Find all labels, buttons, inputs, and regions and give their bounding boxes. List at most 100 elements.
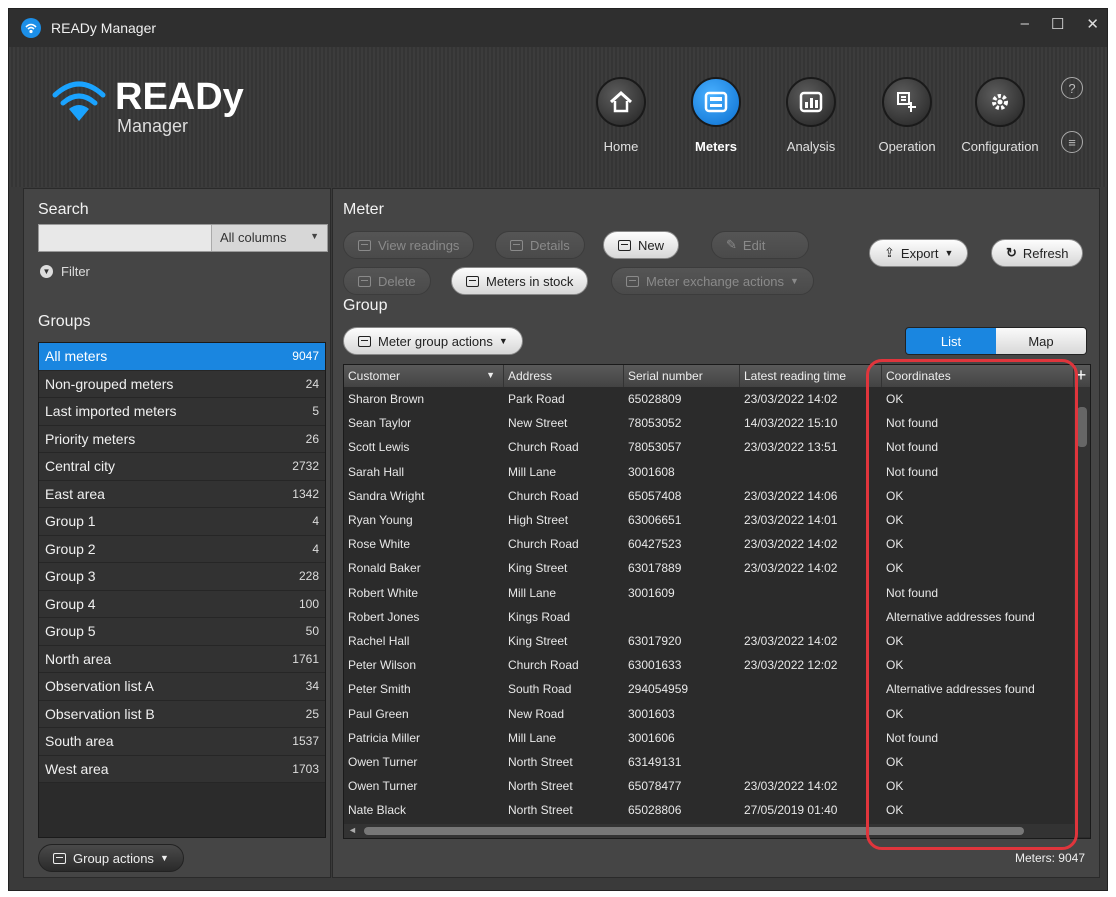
filter-toggle[interactable]: ▼ Filter [40, 264, 90, 279]
table-row[interactable]: Ryan Young High Street 63006651 23/03/2022 … [344, 508, 1074, 532]
details-button[interactable]: Details [495, 231, 585, 259]
table-row[interactable]: Sarah Hall Mill Lane 3001608 Not found [344, 460, 1074, 484]
group-item[interactable]: Group 5 50 [39, 618, 325, 646]
table-cell: Robert White [348, 585, 419, 600]
group-item[interactable]: South area 1537 [39, 728, 325, 756]
table-cell: Patricia Miller [348, 730, 421, 745]
group-name: North area [45, 650, 112, 667]
group-item[interactable]: East area 1342 [39, 480, 325, 508]
table-row[interactable]: Sandra Wright Church Road 65057408 23/03/20… [344, 484, 1074, 508]
minimize-button[interactable]: – [1021, 15, 1029, 33]
group-item[interactable]: Group 1 4 [39, 508, 325, 536]
column-header[interactable]: Coordinates [882, 365, 1074, 387]
table-row[interactable]: Patricia Miller Mill Lane 3001606 Not found [344, 726, 1074, 750]
new-button[interactable]: New [603, 231, 680, 259]
group-item[interactable]: Group 3 228 [39, 563, 325, 591]
group-item[interactable]: All meters 9047 [39, 343, 325, 371]
table-cell: Owen Turner [348, 754, 418, 769]
details-icon [510, 239, 523, 251]
column-header[interactable]: Latest reading time [740, 365, 882, 387]
column-header[interactable]: Serial number [624, 365, 740, 387]
table-cell: 63017889 [628, 561, 682, 576]
table-row[interactable]: Robert White Mill Lane 3001609 Not found [344, 581, 1074, 605]
group-actions-button[interactable]: Group actions ▼ [38, 844, 184, 872]
left-panel: Search All columns ▼ ▼ Filter Groups All… [23, 188, 331, 878]
nav-operation[interactable]: Operation [857, 77, 957, 154]
table-cell: 14/03/2022 15:10 [744, 416, 838, 431]
table-cell: 23/03/2022 14:02 [744, 392, 838, 407]
horizontal-scrollbar[interactable]: ◄ [344, 824, 1076, 838]
edit-button[interactable]: ✎ Edit [711, 231, 809, 259]
window-title: READy Manager [51, 20, 157, 36]
column-header[interactable]: Customer ▼ [344, 365, 504, 387]
delete-button[interactable]: Delete [343, 267, 431, 295]
refresh-button[interactable]: ↻ Refresh [991, 239, 1084, 267]
table-row[interactable]: Owen Turner North Street 65078477 23/03/202… [344, 774, 1074, 798]
group-item[interactable]: Priority meters 26 [39, 425, 325, 453]
group-item[interactable]: Observation list B 25 [39, 700, 325, 728]
close-button[interactable]: ✕ [1086, 15, 1099, 33]
table-row[interactable]: Ronald Baker King Street 63017889 23/03/202… [344, 556, 1074, 580]
table-body: Sharon Brown Park Road 65028809 23/03/2022 … [344, 387, 1074, 822]
vertical-scrollbar[interactable] [1074, 387, 1090, 837]
table-row[interactable]: Peter Smith South Road 294054959 Alternativ… [344, 677, 1074, 701]
table-cell: OK [886, 803, 904, 818]
groups-title: Groups [38, 313, 91, 330]
maximize-button[interactable]: ☐ [1051, 15, 1064, 33]
table-cell: 23/03/2022 12:02 [744, 658, 838, 673]
table-row[interactable]: Robert Jones Kings Road Alternative addres… [344, 605, 1074, 629]
table-cell: OK [886, 561, 904, 576]
table-row[interactable]: Owen Turner North Street 63149131 OK [344, 750, 1074, 774]
table-row[interactable]: Sharon Brown Park Road 65028809 23/03/2022 … [344, 387, 1074, 411]
group-item[interactable]: Observation list A 34 [39, 673, 325, 701]
view-readings-button[interactable]: View readings [343, 231, 475, 259]
column-header[interactable]: Address [504, 365, 624, 387]
table-row[interactable]: Scott Lewis Church Road 78053057 23/03/2022… [344, 435, 1074, 459]
table-row[interactable]: Sean Taylor New Street 78053052 14/03/2022 … [344, 411, 1074, 435]
table-cell: Kings Road [508, 609, 571, 624]
table-row[interactable]: Paul Green New Road 3001603 OK [344, 701, 1074, 725]
nav-home-label: Home [603, 139, 639, 154]
meters-in-stock-button[interactable]: Meters in stock [451, 267, 589, 295]
group-name: East area [45, 485, 105, 502]
export-button[interactable]: ⇪ Export ▼ [869, 239, 969, 267]
group-name: Non-grouped meters [45, 375, 174, 392]
nav-home[interactable]: Home [571, 77, 671, 154]
search-input[interactable] [39, 225, 211, 251]
group-item[interactable]: Central city 2732 [39, 453, 325, 481]
table-cell: 3001603 [628, 706, 675, 721]
group-item[interactable]: Group 2 4 [39, 535, 325, 563]
group-item[interactable]: North area 1761 [39, 645, 325, 673]
add-column-icon[interactable]: + [1072, 365, 1090, 387]
list-view-button[interactable]: List [906, 328, 996, 354]
group-item[interactable]: Non-grouped meters 24 [39, 370, 325, 398]
group-item[interactable]: Last imported meters 5 [39, 398, 325, 426]
nav-analysis-label: Analysis [786, 139, 836, 154]
app-logo-icon [21, 18, 41, 38]
meter-exchange-button[interactable]: Meter exchange actions ▼ [611, 267, 814, 295]
group-item[interactable]: Group 4 100 [39, 590, 325, 618]
group-item[interactable]: West area 1703 [39, 755, 325, 783]
options-icon[interactable]: ≡ [1061, 131, 1083, 153]
view-toggle: List Map [905, 327, 1087, 355]
table-row[interactable]: Peter Wilson Church Road 63001633 23/03/202… [344, 653, 1074, 677]
table-cell: Alternative addresses found [886, 609, 1035, 624]
nav-configuration[interactable]: Configuration [950, 77, 1050, 154]
stock-icon [466, 275, 479, 287]
nav-analysis[interactable]: Analysis [761, 77, 861, 154]
meter-group-actions-button[interactable]: Meter group actions ▼ [343, 327, 523, 355]
map-view-button[interactable]: Map [996, 328, 1086, 354]
column-select[interactable]: All columns ▼ [211, 225, 327, 251]
group-count: 1761 [292, 651, 319, 666]
help-icon[interactable]: ? [1061, 77, 1083, 99]
table-cell: Church Road [508, 658, 579, 673]
view-readings-label: View readings [378, 237, 460, 253]
table-row[interactable]: Rachel Hall King Street 63017920 23/03/2022… [344, 629, 1074, 653]
chart-icon [786, 77, 836, 127]
table-row[interactable]: Rose White Church Road 60427523 23/03/2022 … [344, 532, 1074, 556]
group-name: Group 3 [45, 568, 96, 585]
nav-configuration-label: Configuration [961, 139, 1039, 154]
nav-meters[interactable]: Meters [666, 77, 766, 154]
group-name: Group 5 [45, 623, 96, 640]
table-row[interactable]: Nate Black North Street 65028806 27/05/2019… [344, 798, 1074, 822]
